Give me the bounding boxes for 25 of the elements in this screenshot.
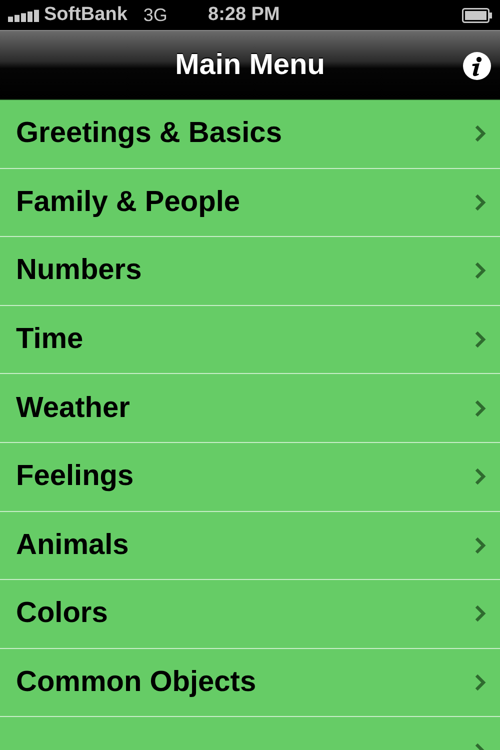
menu-item[interactable]: Time <box>0 306 500 374</box>
menu-item[interactable]: Numbers <box>0 237 500 306</box>
network-type: 3G <box>143 4 168 26</box>
menu-item[interactable]: Weather <box>0 374 500 443</box>
carrier-name: SoftBank <box>44 4 128 26</box>
screen-title: Main Menu <box>175 48 325 82</box>
chevron-icon <box>475 262 486 280</box>
info-button[interactable] <box>462 51 492 81</box>
chevron-icon <box>475 400 486 417</box>
battery-icon <box>462 8 492 23</box>
chevron-icon <box>475 605 486 622</box>
chevron-icon <box>475 331 486 348</box>
chevron-icon <box>475 536 486 554</box>
chevron-icon <box>475 468 486 486</box>
chevron-icon <box>475 125 486 142</box>
chevron-icon <box>475 194 486 211</box>
menu-item[interactable]: Common Objects <box>0 648 500 718</box>
chevron-icon <box>475 674 486 692</box>
clock-time: 8:28 PM <box>208 4 280 26</box>
menu-item[interactable]: Family & People <box>0 168 500 238</box>
menu-item[interactable]: Greetings & Basics <box>0 100 500 169</box>
menu-item[interactable]: Feelings <box>0 442 500 512</box>
menu-item[interactable]: Colors <box>0 580 500 649</box>
menu-item[interactable]: Animals <box>0 512 500 580</box>
signal-icon <box>8 8 40 22</box>
